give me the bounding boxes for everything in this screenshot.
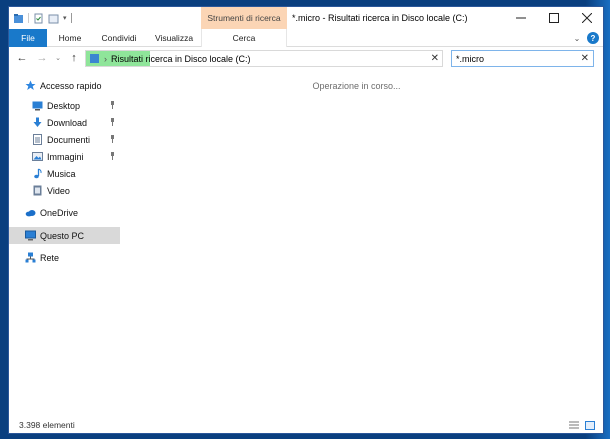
up-button[interactable]: ↑ [67, 51, 81, 65]
tab-home[interactable]: Home [51, 29, 89, 47]
sidebar-item-label: Questo PC [40, 230, 85, 241]
desktop-icon [32, 101, 43, 111]
tab-visualizza[interactable]: Visualizza [149, 29, 199, 47]
address-bar[interactable]: › Risultati ricerca in Disco locale (C:)… [85, 50, 443, 67]
sidebar-item-label: Rete [40, 252, 60, 263]
pin-icon[interactable] [109, 101, 116, 109]
video-icon [33, 185, 42, 196]
chevron-down-icon[interactable]: ▾ [63, 14, 67, 22]
toolbar-divider [70, 13, 72, 23]
maximize-icon [548, 13, 559, 23]
sidebar-item-label: Download [47, 117, 88, 128]
download-icon [33, 117, 42, 127]
breadcrumb: › Risultati ricerca in Disco locale (C:) [86, 53, 251, 64]
new-folder-icon[interactable] [48, 13, 59, 24]
tab-condividi[interactable]: Condividi [95, 29, 143, 47]
help-button[interactable]: ? [587, 32, 599, 44]
star-icon [25, 80, 36, 90]
breadcrumb-location[interactable]: Risultati ricerca in Disco locale (C:) [111, 54, 251, 64]
pin-icon[interactable] [109, 152, 116, 160]
sidebar-item-video[interactable]: Video [9, 182, 120, 199]
properties-icon[interactable] [33, 13, 44, 24]
minimize-button[interactable] [504, 7, 537, 29]
sidebar-item-rete[interactable]: Rete [9, 249, 120, 266]
music-icon [34, 168, 42, 179]
forward-button[interactable]: → [35, 51, 49, 65]
close-button[interactable] [570, 7, 603, 29]
expand-ribbon-button[interactable]: ⌄ [571, 32, 583, 44]
search-results-icon [90, 54, 99, 63]
back-button[interactable]: ← [15, 51, 29, 65]
arrow-up-icon: ↑ [71, 52, 77, 64]
sidebar-item-documenti[interactable]: Documenti [9, 131, 120, 148]
pin-icon[interactable] [109, 135, 116, 143]
sidebar-item-desktop[interactable]: Desktop [9, 97, 120, 114]
chevron-down-icon: ⌄ [573, 33, 581, 43]
search-tools-context-tab: Strumenti di ricerca [201, 7, 287, 29]
toolbar-divider [28, 13, 29, 23]
sidebar-item-accesso-rapido[interactable]: Accesso rapido [9, 77, 120, 94]
arrow-left-icon: ← [16, 52, 28, 64]
sidebar-item-label: Documenti [47, 134, 91, 145]
tab-file[interactable]: File [9, 29, 47, 47]
breadcrumb-separator-icon: › [104, 53, 107, 64]
minimize-icon [515, 17, 526, 19]
window-title: *.micro - Risultati ricerca in Disco loc… [292, 13, 468, 23]
file-list-pane[interactable]: Operazione in corso... [120, 71, 593, 417]
details-view-icon[interactable] [569, 421, 579, 430]
ribbon-tabs: File Home Condividi Visualizza Cerca ⌄ ? [9, 29, 603, 47]
sidebar-item-label: Desktop [47, 100, 81, 111]
sidebar-item-label: Musica [47, 168, 76, 179]
pictures-icon [32, 152, 43, 161]
sidebar-item-label: Immagini [47, 151, 84, 162]
pin-icon[interactable] [109, 118, 116, 126]
maximize-button[interactable] [537, 7, 570, 29]
navigation-bar: ← → ⌄ ↑ › Risultati ricerca in Disco loc… [9, 47, 603, 69]
sidebar-item-questo-pc[interactable]: Questo PC [9, 227, 120, 244]
arrow-right-icon: → [36, 52, 48, 64]
recent-locations-button[interactable]: ⌄ [53, 51, 63, 65]
sidebar-item-download[interactable]: Download [9, 114, 120, 131]
computer-icon [25, 230, 36, 241]
sidebar-item-label: Video [47, 185, 70, 196]
large-icons-view-icon[interactable] [585, 421, 595, 430]
chevron-down-icon: ⌄ [55, 55, 61, 62]
cloud-icon [25, 210, 36, 217]
item-count: 3.398 elementi [19, 420, 75, 430]
search-input[interactable]: *.micro ✕ [451, 50, 594, 67]
explorer-window: ▾ Strumenti di ricerca *.micro - Risulta… [8, 6, 604, 434]
stop-search-button[interactable]: ✕ [431, 53, 439, 64]
help-icon: ? [590, 33, 596, 43]
title-bar: ▾ Strumenti di ricerca *.micro - Risulta… [9, 7, 603, 29]
sidebar-item-onedrive[interactable]: OneDrive [9, 204, 120, 221]
sidebar-item-musica[interactable]: Musica [9, 165, 120, 182]
network-icon [25, 252, 36, 263]
tab-cerca[interactable]: Cerca [201, 29, 287, 47]
sidebar-item-label: Accesso rapido [40, 80, 102, 91]
sidebar-item-immagini[interactable]: Immagini [9, 148, 120, 165]
navigation-pane: Accesso rapido Desktop Download Document… [9, 71, 120, 417]
clear-search-button[interactable]: ✕ [581, 53, 589, 64]
documents-icon [33, 134, 42, 145]
folder-app-icon [14, 13, 23, 23]
quick-access-toolbar: ▾ [13, 11, 72, 25]
sidebar-item-label: OneDrive [40, 207, 79, 218]
close-icon [581, 13, 592, 23]
search-query: *.micro [456, 53, 485, 64]
search-status-message: Operazione in corso... [312, 81, 401, 91]
status-bar: 3.398 elementi [9, 417, 603, 433]
vertical-scrollbar[interactable] [593, 71, 603, 417]
